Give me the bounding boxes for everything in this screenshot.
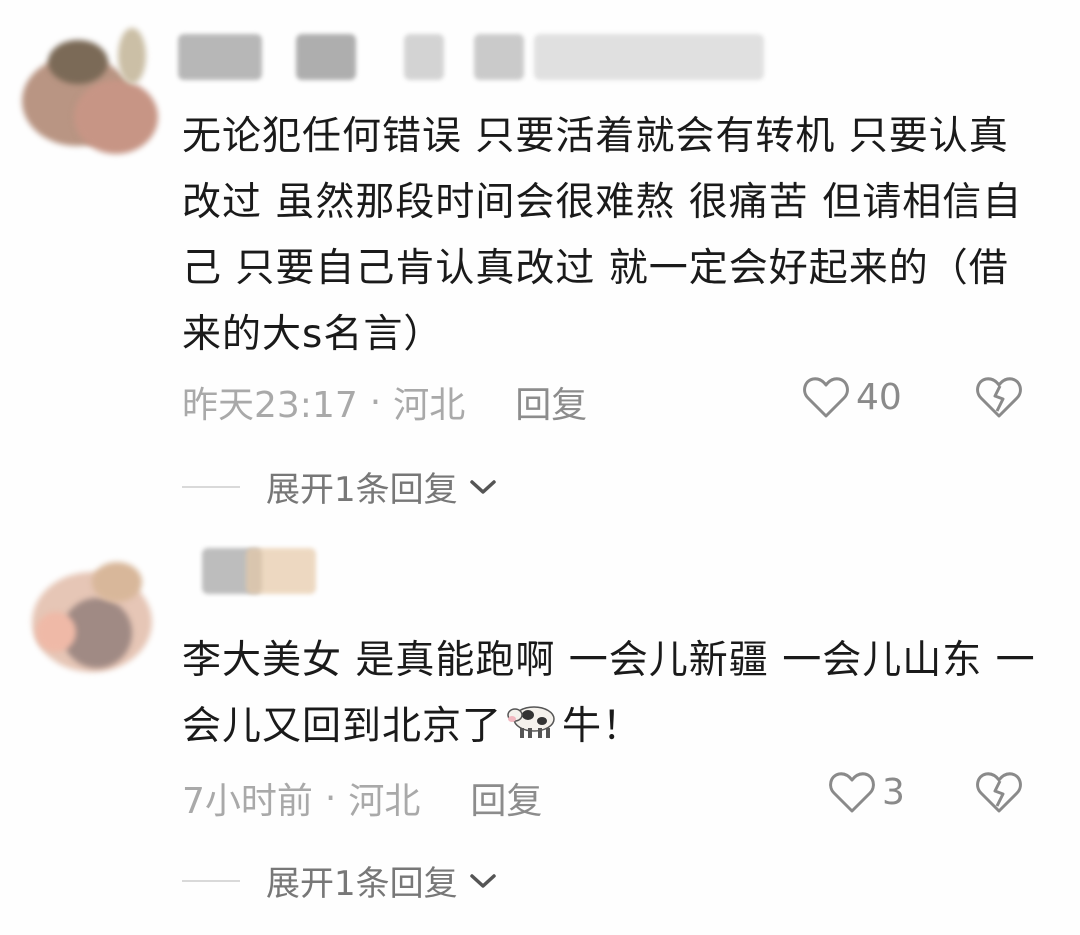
like-count: 40 — [856, 376, 902, 418]
like-count: 3 — [882, 771, 905, 813]
meta-separator: · — [369, 381, 382, 423]
comment-item: 无论犯任何错误 只要活着就会有转机 只要认真改过 虽然那段时间会很难熬 很痛苦 … — [0, 0, 1080, 520]
expand-replies-label: 展开1条回复 — [266, 864, 458, 904]
expand-replies-button[interactable]: 展开1条回复 — [182, 462, 498, 511]
username[interactable] — [178, 24, 778, 88]
avatar[interactable] — [14, 26, 164, 156]
avatar[interactable] — [22, 542, 172, 672]
heart-icon — [803, 377, 849, 418]
comment-meta: 昨天23:17 · 河北 回复 — [182, 376, 587, 428]
like-button[interactable]: 3 — [828, 770, 905, 814]
cow-icon — [506, 696, 558, 762]
comment-text: 无论犯任何错误 只要活着就会有转机 只要认真改过 虽然那段时间会很难熬 很痛苦 … — [182, 114, 1023, 357]
timestamp: 7小时前 — [182, 781, 313, 822]
reply-button[interactable]: 回复 — [515, 376, 587, 428]
comment-text-end: 牛！ — [562, 704, 643, 749]
comment-text: 李大美女 是真能跑啊 一会儿新疆 一会儿山东 一会儿又回到北京了 牛！ — [182, 628, 1042, 762]
timestamp: 昨天23:17 — [182, 385, 358, 426]
expand-replies-label: 展开1条回复 — [266, 470, 458, 510]
like-button[interactable]: 40 — [802, 375, 902, 419]
comment-item: 李大美女 是真能跑啊 一会儿新疆 一会儿山东 一会儿又回到北京了 牛！ 7小时前… — [0, 520, 1080, 935]
broken-heart-icon — [976, 377, 1022, 418]
divider-line — [182, 879, 240, 882]
dislike-button[interactable] — [975, 375, 1023, 423]
chevron-down-icon — [469, 873, 496, 888]
chevron-down-icon — [469, 479, 496, 494]
username[interactable] — [202, 538, 322, 602]
reply-button[interactable]: 回复 — [470, 772, 542, 824]
location: 河北 — [348, 781, 421, 822]
divider-line — [182, 485, 240, 488]
dislike-button[interactable] — [975, 770, 1023, 818]
expand-replies-button[interactable]: 展开1条回复 — [182, 856, 498, 905]
location: 河北 — [393, 385, 466, 426]
comment-meta: 7小时前 · 河北 回复 — [182, 772, 542, 824]
meta-separator: · — [324, 777, 337, 819]
heart-icon — [829, 772, 875, 813]
broken-heart-icon — [976, 772, 1022, 813]
